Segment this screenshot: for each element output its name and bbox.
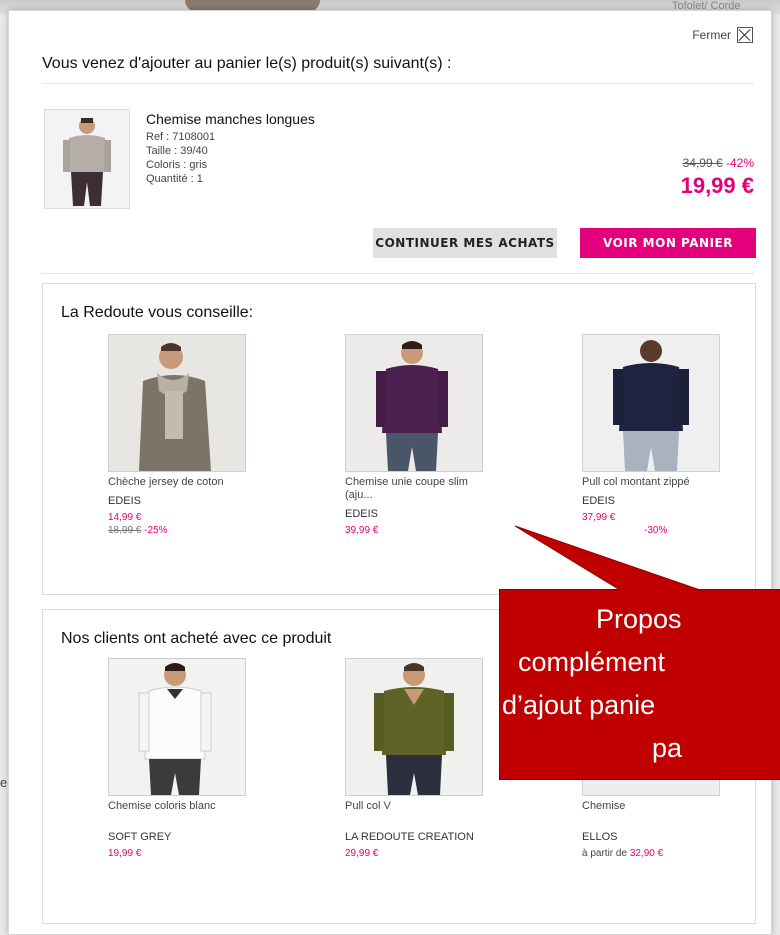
product-price: 37,99 € (582, 512, 616, 523)
also-bought-item[interactable]: Chemise coloris blanc SOFT GREY 19,99 € (108, 658, 258, 859)
modal-title: Vous venez d'ajouter au panier le(s) pro… (42, 55, 452, 72)
product-brand: LA REDOUTE CREATION (345, 831, 474, 843)
product-price: 14,99 € (108, 512, 142, 523)
product-brand: EDEIS (345, 508, 379, 520)
close-button[interactable]: Fermer (692, 27, 753, 43)
product-price: 29,99 € (345, 848, 379, 859)
product-name[interactable]: Chemise unie coupe slim (aju... (345, 476, 495, 502)
product-brand: ELLOS (582, 831, 618, 843)
recommendation-item[interactable]: Pull col montant zippé EDEIS 37,99 € -30… (582, 334, 732, 536)
recommendations-title: La Redoute vous conseille: (61, 304, 254, 321)
product-old-price: 18,99 € -25% (108, 525, 258, 536)
continue-shopping-button[interactable]: CONTINUER MES ACHATS (373, 228, 557, 258)
add-to-cart-modal: Fermer Vous venez d'ajouter au panier le… (8, 10, 772, 935)
divider (42, 273, 754, 274)
product-size: Taille : 39/40 (146, 145, 208, 157)
product-brand: EDEIS (582, 495, 616, 507)
product-quantity: Quantité : 1 (146, 173, 203, 185)
discount-badge: -30% (644, 525, 668, 536)
callout-line: d’ajout panie (502, 690, 656, 720)
product-price: 39,99 € (345, 525, 379, 536)
close-label: Fermer (692, 28, 731, 42)
product-name[interactable]: Pull col montant zippé (582, 476, 732, 489)
old-price-value: 34,99 € (682, 156, 723, 170)
product-price: 19,99 € (680, 173, 754, 198)
product-old-price: 34,99 € -42% (683, 156, 754, 170)
product-image[interactable] (108, 658, 246, 796)
product-ref: Ref : 7108001 (146, 131, 216, 143)
product-price: 19,99 € (108, 848, 142, 859)
callout-line: complément (518, 647, 666, 677)
discount-badge: -42% (725, 156, 754, 170)
also-bought-title: Nos clients ont acheté avec ce produit (61, 630, 332, 647)
product-name[interactable]: Chemise coloris blanc (108, 800, 258, 813)
product-info: Chemise manches longues Ref : 7108001 Ta… (146, 111, 315, 186)
product-name[interactable]: Chemise manches longues (146, 111, 315, 127)
callout-line: pa (652, 733, 683, 763)
product-image[interactable] (345, 334, 483, 472)
view-cart-button[interactable]: VOIR MON PANIER (580, 228, 756, 258)
product-color: Coloris : gris (146, 159, 208, 171)
product-old-price: -30% (582, 525, 732, 536)
old-price-value: 18,99 € (108, 525, 142, 536)
callout-line: Propos (596, 604, 682, 634)
product-price-row: à partir de 32,90 € (582, 848, 732, 859)
recommendations-panel: La Redoute vous conseille: Chèche jersey… (42, 283, 756, 595)
background-left-text: e (0, 775, 8, 790)
product-name[interactable]: Chèche jersey de coton (108, 476, 258, 489)
product-brand: EDEIS (108, 495, 142, 507)
product-price: 32,90 € (629, 848, 664, 859)
recommendation-item[interactable]: Chemise unie coupe slim (aju... EDEIS 39… (345, 334, 495, 536)
price-prefix: à partir de (582, 848, 628, 859)
also-bought-item[interactable]: Pull col V LA REDOUTE CREATION 29,99 € (345, 658, 495, 859)
recommendation-item[interactable]: Chèche jersey de coton EDEIS 14,99 € 18,… (108, 334, 258, 536)
product-thumbnail[interactable] (44, 109, 130, 209)
product-brand: SOFT GREY (108, 831, 172, 843)
divider (42, 83, 754, 84)
product-image[interactable] (345, 658, 483, 796)
product-image[interactable] (108, 334, 246, 472)
product-image[interactable] (582, 334, 720, 472)
close-icon[interactable] (737, 27, 753, 43)
discount-badge: -25% (144, 525, 168, 536)
product-name[interactable]: Chemise (582, 800, 732, 813)
product-name[interactable]: Pull col V (345, 800, 495, 813)
